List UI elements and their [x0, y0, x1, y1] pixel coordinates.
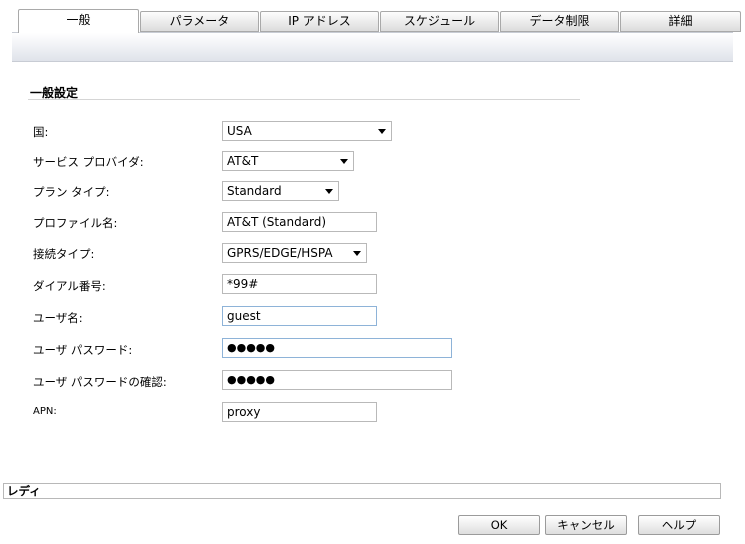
tab-bar: 一般 パラメータ IP アドレス スケジュール データ制限 詳細	[18, 9, 742, 33]
password-confirm-label: ユーザ パスワードの確認:	[33, 375, 167, 389]
plan-type-label: プラン タイプ:	[33, 185, 110, 199]
chevron-down-icon	[353, 251, 361, 256]
tab-content-header	[12, 32, 733, 62]
profile-name-label: プロファイル名:	[33, 216, 118, 230]
cancel-button[interactable]: キャンセル	[545, 515, 627, 535]
country-value: USA	[227, 124, 252, 138]
country-select[interactable]: USA	[222, 121, 392, 141]
chevron-down-icon	[325, 189, 333, 194]
connection-type-value: GPRS/EDGE/HSPA	[227, 246, 333, 260]
apn-input[interactable]: proxy	[222, 402, 377, 422]
password-confirm-input[interactable]: ●●●●●	[222, 370, 452, 390]
tab-ip-address[interactable]: IP アドレス	[260, 11, 379, 32]
tab-data-limit[interactable]: データ制限	[500, 11, 619, 32]
password-label: ユーザ パスワード:	[33, 343, 133, 357]
dial-number-input[interactable]: *99#	[222, 274, 377, 294]
chevron-down-icon	[340, 159, 348, 164]
apn-label: APN:	[33, 406, 57, 417]
tab-parameters[interactable]: パラメータ	[140, 11, 259, 32]
username-label: ユーザ名:	[33, 311, 83, 325]
provider-select[interactable]: AT&T	[222, 151, 354, 171]
provider-value: AT&T	[227, 154, 259, 168]
section-divider	[28, 99, 580, 100]
dial-number-label: ダイアル番号:	[33, 279, 106, 293]
tab-advanced[interactable]: 詳細	[620, 11, 741, 32]
tab-schedule[interactable]: スケジュール	[380, 11, 499, 32]
plan-type-value: Standard	[227, 184, 282, 198]
help-button[interactable]: ヘルプ	[638, 515, 720, 535]
connection-type-select[interactable]: GPRS/EDGE/HSPA	[222, 243, 367, 263]
provider-label: サービス プロバイダ:	[33, 155, 144, 169]
profile-name-input[interactable]: AT&T (Standard)	[222, 212, 377, 232]
chevron-down-icon	[378, 129, 386, 134]
ok-button[interactable]: OK	[458, 515, 540, 535]
username-input[interactable]: guest	[222, 306, 377, 326]
tab-general[interactable]: 一般	[18, 9, 139, 33]
password-input[interactable]: ●●●●●	[222, 338, 452, 358]
country-label: 国:	[33, 125, 49, 139]
plan-type-select[interactable]: Standard	[222, 181, 339, 201]
connection-type-label: 接続タイプ:	[33, 247, 95, 261]
status-bar: レディ	[3, 483, 721, 499]
